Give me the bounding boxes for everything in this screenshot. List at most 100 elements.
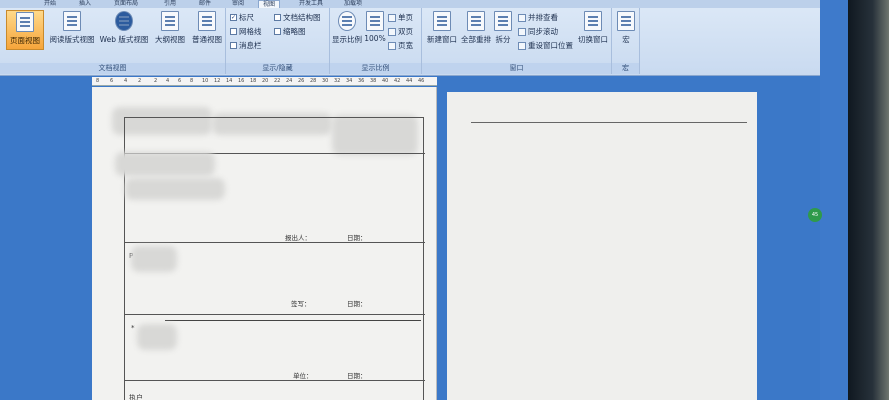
table-divider bbox=[125, 380, 425, 381]
show-hide-group-label: 显示/隐藏 bbox=[226, 63, 329, 74]
right-margin-area bbox=[757, 92, 820, 400]
ribbon: 开始 插入 页面布局 引用 邮件 审阅 视图 开发工具 加载项 页面视图 阅读版… bbox=[0, 0, 848, 76]
sync-scroll-button[interactable]: 同步滚动 bbox=[518, 26, 558, 37]
ruler-tick: 36 bbox=[358, 78, 365, 84]
macros-group-label: 宏 bbox=[612, 63, 639, 74]
message-bar-checkbox[interactable]: 消息栏 bbox=[230, 40, 262, 51]
switch-windows-label: 切换窗口 bbox=[578, 35, 608, 44]
ruler-tick: 44 bbox=[406, 78, 413, 84]
new-window-button[interactable]: 新建窗口 bbox=[424, 10, 460, 50]
macro-icon bbox=[617, 11, 635, 31]
zoom-100-label: 100% bbox=[364, 34, 386, 43]
web-layout-button[interactable]: Web 版式视图 bbox=[99, 10, 149, 50]
sync-scroll-label: 同步滚动 bbox=[528, 27, 558, 36]
macros-button[interactable]: 宏 bbox=[614, 10, 638, 50]
reset-window-button[interactable]: 重设窗口位置 bbox=[518, 40, 573, 51]
ruler-tick: 8 bbox=[96, 78, 100, 84]
one-page-button[interactable]: 单页 bbox=[388, 12, 413, 23]
document-page-left[interactable]: 报出人： 日期： P 签写： 日期： * 单位： 日期： 执户 bbox=[92, 87, 437, 400]
zoom-100-button[interactable]: 100% bbox=[364, 10, 386, 50]
ruler-tick: 4 bbox=[166, 78, 170, 84]
form-table: 报出人： 日期： P 签写： 日期： * 单位： 日期： 执户 bbox=[115, 117, 425, 400]
side-by-side-button[interactable]: 并排查看 bbox=[518, 12, 558, 23]
two-pages-label: 双页 bbox=[398, 27, 413, 36]
ribbon-tabs: 开始 插入 页面布局 引用 邮件 审阅 视图 开发工具 加载项 bbox=[0, 0, 848, 8]
page-width-icon bbox=[388, 41, 396, 50]
ruler-tick: 16 bbox=[238, 78, 245, 84]
tab-developer[interactable]: 开发工具 bbox=[295, 0, 327, 8]
ruler-tick: 38 bbox=[370, 78, 377, 84]
tab-insert[interactable]: 插入 bbox=[75, 0, 95, 8]
signer-label: 签写： bbox=[291, 300, 311, 308]
ruler-tick: 26 bbox=[298, 78, 305, 84]
reading-layout-label: 阅读版式视图 bbox=[49, 35, 95, 44]
doc-views-group-label: 文档视图 bbox=[0, 63, 225, 74]
two-pages-button[interactable]: 双页 bbox=[388, 26, 413, 37]
zoom-group-label: 显示比例 bbox=[330, 63, 421, 74]
unchecked-icon bbox=[274, 28, 281, 35]
doc-map-label: 文档结构图 bbox=[283, 13, 321, 22]
outline-icon bbox=[161, 11, 179, 31]
ruler-tick: 4 bbox=[124, 78, 128, 84]
redacted-text bbox=[137, 324, 177, 350]
ruler-label: 标尺 bbox=[239, 13, 254, 22]
doc-map-checkbox[interactable]: 文档结构图 bbox=[274, 12, 321, 23]
outline-button[interactable]: 大纲视图 bbox=[152, 10, 188, 50]
horizontal-ruler[interactable]: 8 6 4 2 2 4 6 8 10 12 14 16 18 20 22 24 … bbox=[92, 77, 437, 86]
ruler-tick: 46 bbox=[418, 78, 425, 84]
tab-addins[interactable]: 加载项 bbox=[340, 0, 366, 8]
ruler-tick: 18 bbox=[250, 78, 257, 84]
vertical-scrollbar[interactable] bbox=[820, 0, 848, 400]
tab-view[interactable]: 视图 bbox=[258, 0, 281, 8]
page-width-button[interactable]: 页宽 bbox=[388, 40, 413, 51]
redacted-text bbox=[125, 178, 225, 200]
tab-references[interactable]: 引用 bbox=[160, 0, 180, 8]
group-zoom: 显示比例 100% 单页 双页 页宽 显示比例 bbox=[330, 8, 422, 74]
monitor-bezel bbox=[848, 0, 889, 400]
ruler-tick: 32 bbox=[334, 78, 341, 84]
ruler-tick: 14 bbox=[226, 78, 233, 84]
tab-layout[interactable]: 页面布局 bbox=[110, 0, 142, 8]
date-label: 日期： bbox=[347, 300, 367, 308]
group-window: 新建窗口 全部重排 拆分 并排查看 同步滚动 重设窗口位置 切换窗口 窗口 bbox=[422, 8, 612, 74]
draft-button[interactable]: 普通视图 bbox=[190, 10, 224, 50]
sync-scroll-icon bbox=[518, 27, 526, 36]
reading-view-icon bbox=[63, 11, 81, 31]
group-macros: 宏 宏 bbox=[612, 8, 640, 74]
row-marker: * bbox=[131, 324, 135, 332]
print-layout-button[interactable]: 页面视图 bbox=[6, 10, 44, 50]
switch-windows-button[interactable]: 切换窗口 bbox=[576, 10, 610, 50]
two-pages-icon bbox=[388, 27, 396, 36]
floating-assistant-badge[interactable]: 45 bbox=[808, 208, 822, 222]
switch-windows-icon bbox=[584, 11, 602, 31]
table-divider bbox=[125, 314, 425, 315]
tab-review[interactable]: 审阅 bbox=[228, 0, 248, 8]
arrange-all-button[interactable]: 全部重排 bbox=[460, 10, 492, 50]
unchecked-icon bbox=[230, 42, 237, 49]
arrange-all-icon bbox=[467, 11, 485, 31]
window-group-label: 窗口 bbox=[422, 63, 611, 74]
ruler-tick: 34 bbox=[346, 78, 353, 84]
one-page-label: 单页 bbox=[398, 13, 413, 22]
print-layout-label: 页面视图 bbox=[10, 36, 40, 45]
left-margin-area bbox=[0, 77, 92, 400]
tab-home[interactable]: 开始 bbox=[40, 0, 60, 8]
ruler-checkbox[interactable]: ✓ 标尺 bbox=[230, 12, 254, 23]
zoom-button[interactable]: 显示比例 bbox=[332, 10, 362, 50]
reading-layout-button[interactable]: 阅读版式视图 bbox=[48, 10, 96, 50]
ruler-tick: 10 bbox=[202, 78, 209, 84]
gridlines-checkbox[interactable]: 网格线 bbox=[230, 26, 262, 37]
ruler-tick: 28 bbox=[310, 78, 317, 84]
ruler-tick: 24 bbox=[286, 78, 293, 84]
reset-window-icon bbox=[518, 41, 526, 50]
thumbnails-checkbox[interactable]: 缩略图 bbox=[274, 26, 306, 37]
group-show-hide: ✓ 标尺 网格线 消息栏 文档结构图 缩略图 显示/隐藏 bbox=[226, 8, 330, 74]
document-page-right[interactable] bbox=[447, 92, 757, 400]
ruler-tick: 20 bbox=[262, 78, 269, 84]
split-button[interactable]: 拆分 bbox=[492, 10, 514, 50]
tab-mailings[interactable]: 邮件 bbox=[195, 0, 215, 8]
arrange-all-label: 全部重排 bbox=[461, 35, 491, 44]
row-marker: 执户 bbox=[129, 394, 143, 400]
window-split-bar[interactable] bbox=[437, 77, 447, 400]
ruler-tick: 6 bbox=[110, 78, 114, 84]
